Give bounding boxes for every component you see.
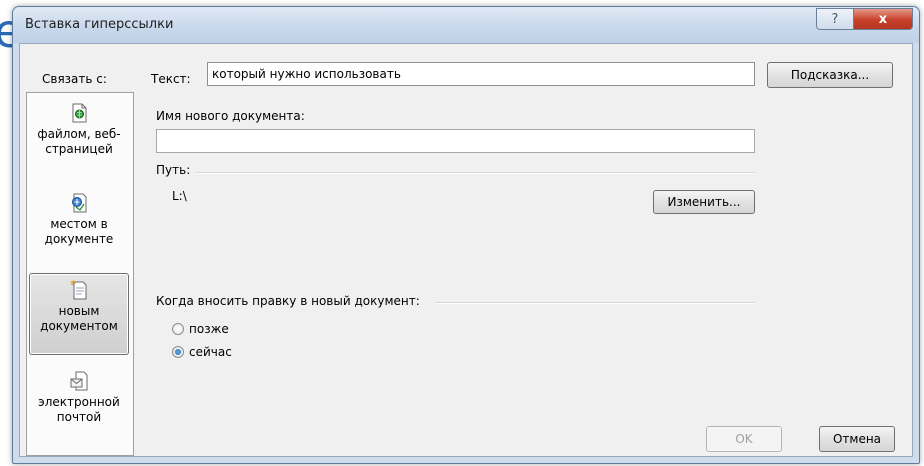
radio-label: позже — [189, 322, 229, 336]
sidebar-item-new-document[interactable]: новым документом — [29, 273, 129, 355]
new-document-icon — [70, 280, 87, 300]
display-text-input[interactable]: который нужно использовать — [207, 62, 755, 86]
title-bar: Вставка гиперссылки ? x — [13, 7, 919, 43]
sidebar-item-label: документом — [40, 319, 118, 333]
web-page-icon — [72, 103, 87, 123]
sidebar-item-label: новым — [58, 304, 100, 318]
path-separator — [196, 172, 755, 174]
radio-edit-later[interactable]: позже — [172, 322, 229, 336]
radio-button[interactable] — [172, 346, 184, 358]
help-button[interactable]: ? — [816, 8, 854, 30]
edit-when-separator — [436, 302, 755, 304]
cancel-button[interactable]: Отмена — [819, 426, 895, 452]
link-to-label: Связать с: — [42, 72, 107, 86]
screen-tip-button[interactable]: Подсказка... — [767, 62, 893, 88]
link-to-sidebar: файлом, веб- страницей местом в документ… — [26, 92, 134, 456]
sidebar-item-label: документе — [44, 232, 114, 246]
close-icon: x — [878, 11, 888, 27]
sidebar-item-label: электронной — [38, 395, 120, 409]
text-label: Текст: — [151, 72, 191, 86]
sidebar-item-label: страницей — [45, 142, 113, 156]
change-path-button[interactable]: Изменить... — [653, 190, 755, 214]
edit-when-label: Когда вносить правку в новый документ: — [156, 294, 420, 308]
radio-label: сейчас — [189, 345, 232, 359]
radio-button[interactable] — [172, 323, 184, 335]
close-button[interactable]: x — [853, 8, 913, 30]
radio-edit-now[interactable]: сейчас — [172, 345, 232, 359]
insert-hyperlink-dialog: Вставка гиперссылки ? x Связать с: файло… — [12, 6, 920, 464]
sidebar-item-label: почтой — [56, 410, 102, 424]
new-document-name-label: Имя нового документа: — [156, 109, 305, 123]
sidebar-item-existing-file[interactable]: файлом, веб- страницей — [29, 103, 129, 173]
ok-button[interactable]: OK — [706, 426, 782, 452]
path-value: L:\ — [172, 189, 187, 203]
bookmark-place-icon — [72, 193, 87, 213]
new-document-name-input[interactable] — [156, 129, 755, 153]
sidebar-item-email[interactable]: электронной почтой — [29, 371, 129, 443]
dialog-title: Вставка гиперссылки — [25, 17, 174, 32]
path-label: Путь: — [156, 163, 191, 177]
sidebar-item-label: файлом, веб- — [37, 127, 121, 141]
sidebar-item-place-in-document[interactable]: местом в документе — [29, 193, 129, 263]
email-icon — [70, 371, 88, 391]
help-icon: ? — [831, 11, 839, 27]
dialog-body: Связать с: файлом, веб- страницей местом… — [19, 43, 913, 457]
sidebar-item-label: местом в — [50, 217, 108, 231]
